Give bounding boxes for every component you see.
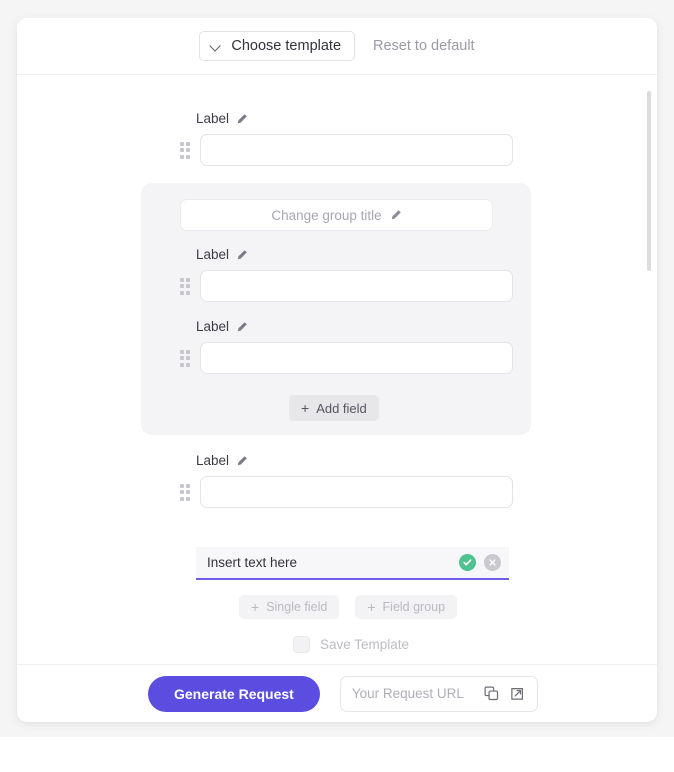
form-scroll-area: Label Change group title Label Label + A… (17, 75, 657, 664)
drag-handle-icon[interactable] (178, 140, 192, 160)
field-label-text: Label (196, 453, 230, 468)
field-label-1: Label (196, 247, 248, 262)
pencil-icon[interactable] (236, 321, 248, 333)
field-input-row-1 (178, 270, 513, 302)
close-circle-icon[interactable] (484, 554, 501, 571)
field-row-3: Label (196, 453, 248, 474)
request-url-field[interactable]: Your Request URL (339, 675, 538, 712)
group-title-button[interactable]: Change group title (180, 199, 493, 231)
pencil-icon[interactable] (390, 209, 402, 221)
drag-handle-icon[interactable] (178, 482, 192, 502)
save-template-label: Save Template (320, 637, 410, 652)
choose-template-button[interactable]: Choose template (199, 31, 356, 61)
field-label-text: Label (196, 111, 230, 126)
field-row-0: Label (196, 111, 248, 132)
field-label-text: Label (196, 247, 230, 262)
add-single-field-button[interactable]: + Single field (239, 595, 340, 619)
pencil-icon[interactable] (236, 113, 248, 125)
field-label-0: Label (196, 111, 248, 126)
pencil-icon[interactable] (236, 249, 248, 261)
group-title-placeholder: Change group title (271, 207, 382, 223)
field-label-3: Label (196, 453, 248, 468)
field-group-panel: Change group title Label Label + Add fie… (141, 183, 531, 435)
field-label-2: Label (196, 319, 248, 334)
check-circle-icon[interactable] (459, 554, 476, 571)
drag-handle-icon[interactable] (178, 348, 192, 368)
external-link-icon[interactable] (509, 685, 526, 702)
field-input-row-0 (178, 134, 513, 166)
card-footer: Generate Request Your Request URL (17, 664, 657, 722)
drag-handle-icon[interactable] (178, 276, 192, 296)
add-field-group-label: Field group (382, 600, 446, 614)
field-input-row-3 (178, 476, 513, 508)
plus-icon: + (367, 598, 376, 615)
field-row-2: Label (196, 319, 248, 340)
reset-to-default-button[interactable]: Reset to default (373, 38, 475, 54)
generate-request-button[interactable]: Generate Request (148, 675, 320, 712)
pencil-icon[interactable] (236, 455, 248, 467)
chevron-down-icon (211, 41, 222, 52)
add-single-field-label: Single field (266, 600, 328, 614)
add-field-group-button[interactable]: + Field group (355, 595, 458, 619)
request-builder-card: Choose template Reset to default Label C… (17, 18, 657, 722)
save-template-checkbox[interactable] (293, 636, 310, 653)
field-input-2[interactable] (200, 342, 513, 374)
plus-icon: + (301, 399, 310, 416)
choose-template-label: Choose template (231, 38, 342, 54)
field-input-3[interactable] (200, 476, 513, 508)
plus-icon: + (251, 598, 260, 615)
vertical-scrollbar[interactable] (647, 91, 651, 271)
add-buttons-row: + Single field + Field group (239, 595, 458, 619)
field-input-1[interactable] (200, 270, 513, 302)
insert-text-value: Insert text here (207, 555, 298, 570)
copy-icon[interactable] (483, 685, 500, 702)
field-row-1: Label (196, 247, 248, 268)
request-url-placeholder: Your Request URL (351, 686, 464, 701)
app-root: Choose template Reset to default Label C… (0, 0, 674, 772)
add-field-button[interactable]: + Add field (289, 395, 379, 421)
field-input-0[interactable] (200, 134, 513, 166)
insert-text-row[interactable]: Insert text here (196, 547, 509, 580)
save-template-row[interactable]: Save Template (293, 636, 409, 653)
field-label-text: Label (196, 319, 230, 334)
card-header: Choose template Reset to default (17, 18, 657, 75)
add-field-label: Add field (316, 400, 367, 416)
field-input-row-2 (178, 342, 513, 374)
